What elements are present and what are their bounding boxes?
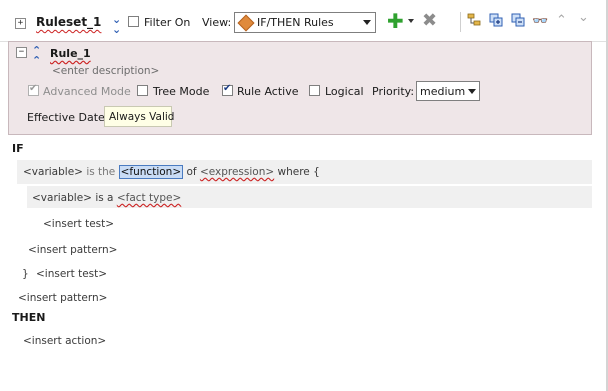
insert-test-1[interactable]: <insert test> [43, 218, 114, 230]
expand-ruleset-icon[interactable]: + [15, 18, 26, 29]
filter-checkbox[interactable] [128, 16, 139, 27]
advanced-mode-label: Advanced Mode [43, 85, 131, 98]
expression-placeholder[interactable]: <expression> [200, 166, 274, 178]
collapse-rule-icon[interactable]: − [16, 47, 27, 58]
collapse-rule-chevron-icon[interactable]: ⌃ ⌃ [32, 45, 41, 66]
move-down-icon[interactable]: ⌄ [578, 10, 589, 25]
effective-date-field[interactable]: Always Valid [104, 106, 175, 127]
tree-mode-checkbox[interactable] [137, 85, 148, 96]
insert-test-2[interactable]: <insert test> [36, 268, 107, 280]
effective-date-label: Effective Date: [27, 111, 109, 124]
tree-view-icon[interactable] [467, 13, 481, 27]
rule-description[interactable]: <enter description> [52, 65, 159, 77]
add-menu-arrow-icon[interactable] [408, 19, 414, 23]
logical-label: Logical [325, 85, 364, 98]
view-select-value: IF/THEN Rules [257, 16, 334, 29]
glasses-icon[interactable]: 👓 [532, 14, 548, 29]
variable-placeholder-2[interactable]: <variable> [32, 192, 92, 204]
priority-select-value: medium [420, 85, 466, 98]
pattern-line-1: <variable> is the <function> of <express… [23, 165, 320, 179]
where-text: where { [277, 166, 320, 178]
logical-checkbox[interactable] [309, 85, 320, 96]
insert-pattern-2[interactable]: <insert pattern> [18, 292, 107, 304]
toolbar-separator [460, 12, 461, 32]
collapse-all-icon[interactable] [511, 13, 525, 27]
function-placeholder[interactable]: <function> [118, 165, 184, 179]
rules-diamond-icon [237, 14, 255, 32]
close-brace: } [22, 268, 29, 280]
collapse-all-chevron-icon[interactable]: ⌄ ⌄ [112, 14, 121, 35]
add-rule-icon[interactable]: ✚ [387, 11, 404, 31]
rule-active-label: Rule Active [237, 85, 299, 98]
then-keyword: THEN [12, 311, 46, 324]
if-keyword: IF [12, 142, 24, 155]
of-text: of [186, 166, 197, 178]
rule-active-checkbox[interactable] [222, 83, 233, 96]
insert-pattern-1[interactable]: <insert pattern> [28, 244, 117, 256]
pattern-line-2: <variable> is a <fact type> [32, 192, 181, 204]
ruleset-toolbar: + Ruleset_1 ⌄ ⌄ Filter On View: IF/THEN R… [0, 0, 606, 42]
advanced-mode-checkbox[interactable] [28, 83, 39, 96]
rule-name[interactable]: Rule_1 [50, 47, 91, 60]
ruleset-name[interactable]: Ruleset_1 [36, 15, 101, 29]
chevron-down-icon [363, 20, 371, 25]
insert-action[interactable]: <insert action> [23, 335, 106, 347]
expand-all-icon[interactable] [489, 13, 503, 27]
is-the-text: is the [86, 166, 116, 178]
is-a-text: is a [95, 192, 114, 204]
chevron-down-icon [468, 89, 476, 94]
view-label: View: [202, 16, 232, 29]
fact-type-placeholder[interactable]: <fact type> [117, 192, 181, 204]
view-select[interactable]: IF/THEN Rules [234, 12, 376, 33]
delete-icon[interactable]: ✖ [422, 12, 437, 30]
priority-label: Priority: [372, 85, 415, 98]
priority-select[interactable]: medium [416, 81, 480, 101]
variable-placeholder[interactable]: <variable> [23, 166, 83, 178]
tree-mode-label: Tree Mode [153, 85, 210, 98]
effective-date-value: Always Valid [109, 111, 175, 123]
move-up-icon[interactable]: ⌃ [556, 13, 567, 28]
filter-label: Filter On [144, 16, 191, 29]
